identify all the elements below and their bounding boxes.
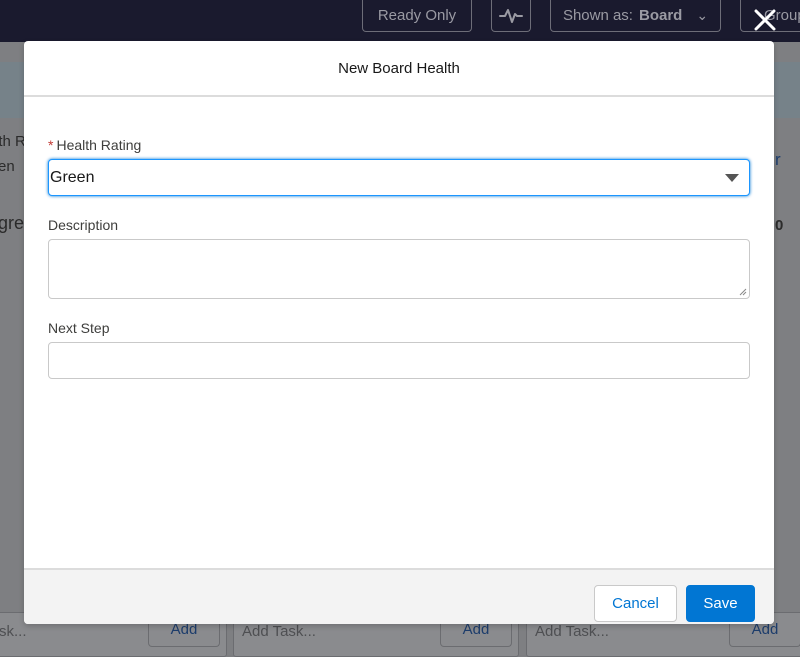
modal-body: * Health Rating Green Description Next St…: [24, 97, 774, 568]
description-label: Description: [48, 217, 119, 233]
required-marker: *: [48, 137, 54, 153]
caret-down-icon: [725, 174, 739, 182]
next-step-label: Next Step: [48, 320, 110, 336]
bg-fragment: lth R: [0, 133, 26, 150]
shown-as-dropdown[interactable]: Shown as: Board ⌄: [550, 0, 721, 32]
add-task-input[interactable]: sk...: [0, 623, 27, 640]
health-rating-label-text: Health Rating: [56, 137, 142, 153]
chevron-down-icon: ⌄: [696, 7, 709, 23]
bg-fragment: gre: [0, 213, 25, 233]
shown-as-prefix: Shown as:: [562, 7, 633, 24]
ready-only-button[interactable]: Ready Only: [362, 0, 472, 32]
health-rating-label: * Health Rating: [48, 137, 141, 153]
health-rating-select[interactable]: Green: [48, 159, 750, 196]
new-board-health-modal: New Board Health * Health Rating Green De…: [24, 41, 774, 624]
next-step-input[interactable]: [48, 342, 750, 379]
save-button[interactable]: Save: [686, 585, 755, 622]
shown-as-value: Board: [638, 7, 683, 24]
modal-footer: Cancel Save: [24, 568, 774, 624]
activity-button[interactable]: [491, 0, 531, 32]
add-task-input[interactable]: Add Task...: [535, 623, 609, 640]
app-topbar: Ready Only Shown as: Board ⌄ Group: [0, 0, 800, 42]
resize-grip-icon[interactable]: [739, 288, 747, 296]
bg-fragment: r: [775, 150, 781, 169]
cancel-button[interactable]: Cancel: [594, 585, 677, 622]
description-textarea[interactable]: [48, 239, 750, 299]
health-rating-value: Green: [50, 168, 95, 186]
add-task-input[interactable]: Add Task...: [242, 623, 316, 640]
bg-fragment: 0: [775, 217, 784, 234]
close-icon[interactable]: [751, 6, 779, 34]
modal-title: New Board Health: [338, 59, 460, 77]
pulse-icon: [499, 8, 523, 23]
bg-fragment: en: [0, 158, 15, 175]
modal-header: New Board Health: [24, 41, 774, 97]
